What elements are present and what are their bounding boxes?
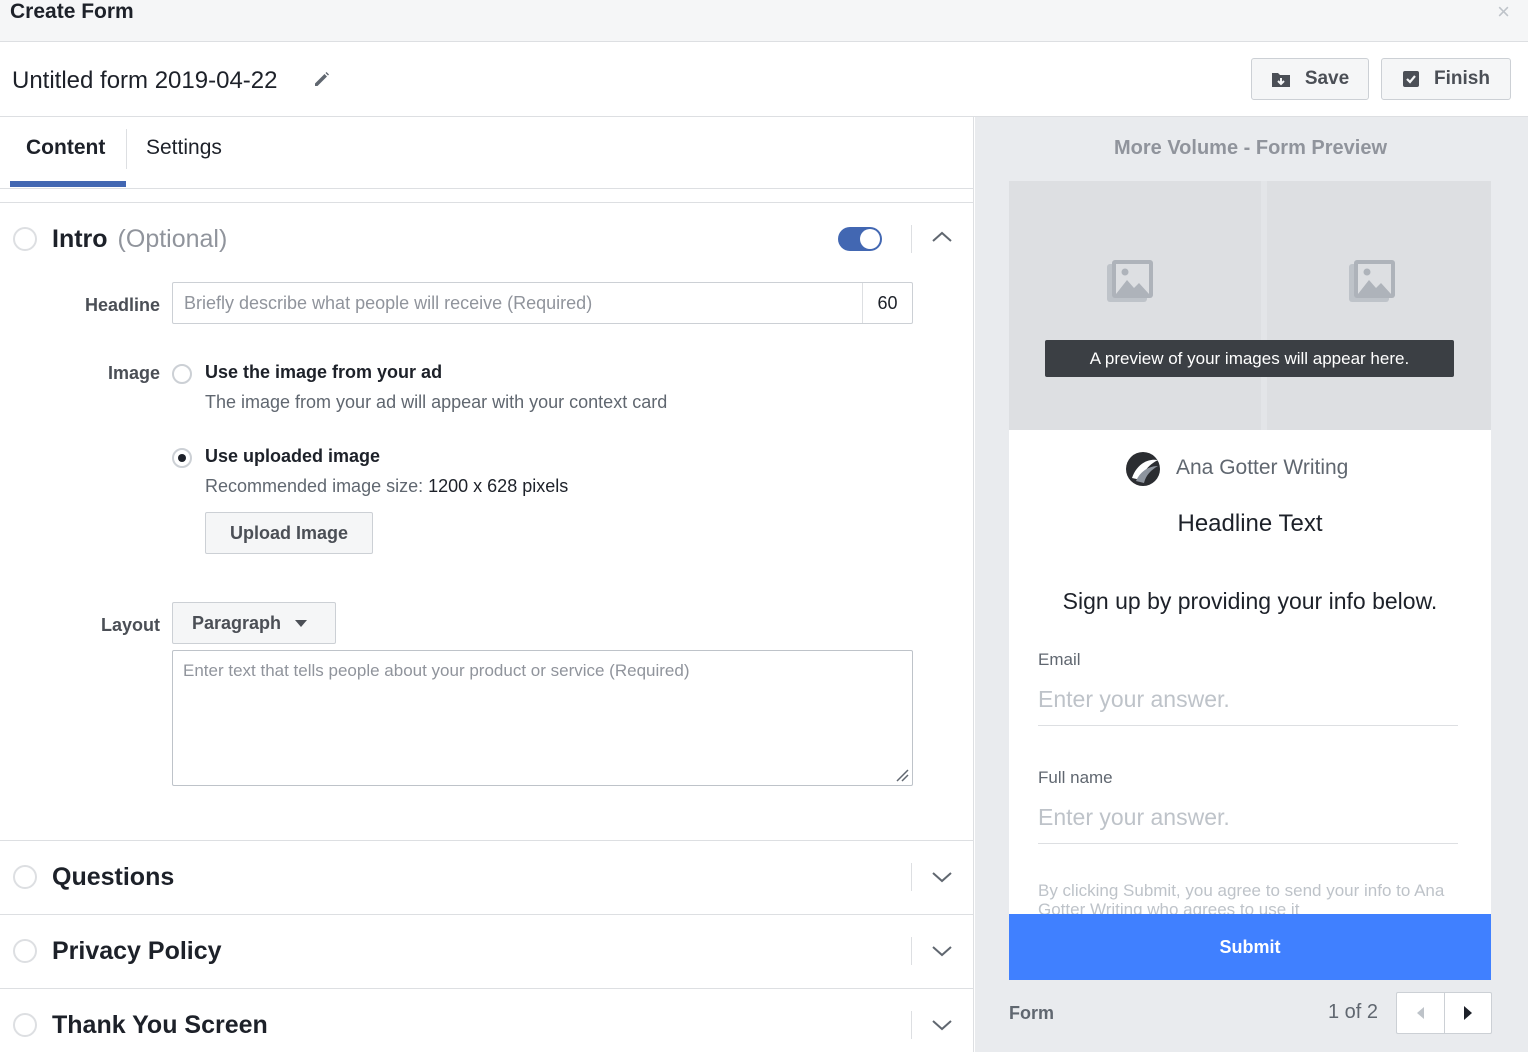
save-icon [1271, 73, 1290, 87]
image-placeholder-icon [1349, 260, 1395, 302]
section-divider [911, 1011, 912, 1039]
upload-image-button[interactable]: Upload Image [205, 512, 373, 554]
headline-char-count: 60 [862, 283, 912, 323]
layout-label: Layout [100, 615, 160, 635]
headline-label: Headline [84, 295, 160, 315]
layout-dropdown[interactable]: Paragraph [172, 602, 336, 644]
thank-you-section[interactable]: Thank You Screen [0, 988, 974, 1052]
submit-disclaimer: By clicking Submit, you agree to send yo… [1038, 881, 1445, 914]
preview-image-pane [1009, 181, 1261, 430]
preview-image-area: A preview of your images will appear her… [1009, 181, 1491, 430]
chevron-down-icon[interactable] [930, 943, 954, 959]
questions-status-radio [13, 865, 37, 889]
finish-button[interactable]: Finish [1381, 58, 1511, 100]
submit-button[interactable]: Submit [1009, 914, 1491, 980]
page-name: Ana Gotter Writing [1176, 456, 1349, 479]
section-divider [911, 863, 912, 891]
save-button[interactable]: Save [1251, 58, 1369, 100]
toggle-knob [860, 229, 880, 249]
thank-you-title: Thank You Screen [52, 1011, 268, 1039]
uploaded-image-title: Use uploaded image [205, 446, 381, 466]
title-bar: Create Form × [0, 0, 1528, 42]
tab-bar: Content Settings [0, 117, 974, 189]
image-from-ad-title: Use the image from your ad [205, 362, 443, 382]
page-logo [1126, 452, 1160, 486]
full-name-field[interactable]: Enter your answer. [1038, 804, 1458, 844]
section-divider [911, 225, 912, 253]
email-field-label: Email [1038, 650, 1081, 669]
intro-toggle[interactable] [838, 227, 882, 251]
close-icon[interactable]: × [1497, 1, 1510, 23]
intro-section: Intro (Optional) Headline Briefly describ… [0, 202, 974, 840]
preview-form-card: Ana Gotter Writing Headline Text Sign up… [1009, 430, 1491, 914]
window-title: Create Form [10, 0, 134, 23]
preview-description: Sign up by providing your info below. [1062, 588, 1438, 614]
layout-value: Paragraph [192, 612, 282, 633]
intro-title: Intro (Optional) [52, 225, 227, 254]
active-tab-indicator [10, 181, 126, 187]
image-from-ad-radio[interactable] [172, 364, 192, 384]
chevron-down-icon[interactable] [930, 869, 954, 885]
questions-title: Questions [52, 863, 175, 891]
uploaded-image-radio[interactable] [172, 448, 192, 468]
image-label: Image [107, 363, 160, 383]
finish-label: Finish [1434, 68, 1490, 89]
email-field[interactable]: Enter your answer. [1038, 686, 1458, 726]
tab-settings[interactable]: Settings [146, 136, 222, 160]
preview-footer-label: Form [1009, 1003, 1054, 1023]
pager [1396, 992, 1492, 1034]
intro-optional-label: (Optional) [117, 225, 228, 253]
previous-page-button[interactable] [1397, 993, 1444, 1033]
arrow-right-icon [1464, 1006, 1472, 1020]
recommended-size-value: 1200 x 628 pixels [428, 476, 569, 496]
uploaded-image-desc: Recommended image size: 1200 x 628 pixel… [205, 476, 568, 497]
tab-divider [126, 129, 127, 169]
privacy-status-radio [13, 939, 37, 963]
intro-title-text: Intro [52, 225, 108, 253]
headline-input[interactable]: Briefly describe what people will receiv… [172, 282, 913, 324]
full-name-field-label: Full name [1038, 768, 1113, 787]
form-header: Untitled form 2019-04-22 Save Finish [0, 42, 1528, 117]
thank-you-status-radio [13, 1013, 37, 1037]
resize-grip-icon[interactable] [895, 768, 909, 782]
chevron-up-icon[interactable] [930, 229, 954, 245]
section-divider [911, 937, 912, 965]
preview-headline: Headline Text [1177, 510, 1323, 537]
caret-down-icon [295, 619, 308, 627]
privacy-policy-section[interactable]: Privacy Policy [0, 914, 974, 988]
form-name[interactable]: Untitled form 2019-04-22 [12, 67, 277, 95]
questions-section[interactable]: Questions [0, 840, 974, 914]
preview-title: More Volume - Form Preview [1113, 137, 1388, 159]
headline-placeholder: Briefly describe what people will receiv… [184, 293, 593, 313]
image-placeholder-icon [1107, 260, 1153, 302]
arrow-left-icon [1417, 1007, 1424, 1019]
image-from-ad-desc: The image from your ad will appear with … [205, 392, 668, 412]
image-preview-tooltip: A preview of your images will appear her… [1045, 340, 1454, 377]
recommended-size-label: Recommended image size: [205, 476, 424, 496]
preview-panel: More Volume - Form Preview A preview of … [975, 117, 1528, 1052]
preview-image-pane [1267, 181, 1491, 430]
tab-content[interactable]: Content [26, 136, 105, 160]
next-page-button[interactable] [1444, 993, 1491, 1033]
page-indicator: 1 of 2 [1328, 1001, 1379, 1023]
finish-icon [1403, 71, 1420, 87]
editor-panel: Content Settings Intro (Optional) Headlin… [0, 117, 974, 1052]
intro-text-area[interactable]: Enter text that tells people about your … [172, 650, 913, 786]
intro-text-placeholder: Enter text that tells people about your … [183, 661, 690, 680]
pencil-icon[interactable] [312, 69, 332, 89]
privacy-policy-title: Privacy Policy [52, 937, 222, 965]
save-label: Save [1304, 68, 1350, 89]
chevron-down-icon[interactable] [930, 1017, 954, 1033]
intro-status-radio [13, 227, 37, 251]
